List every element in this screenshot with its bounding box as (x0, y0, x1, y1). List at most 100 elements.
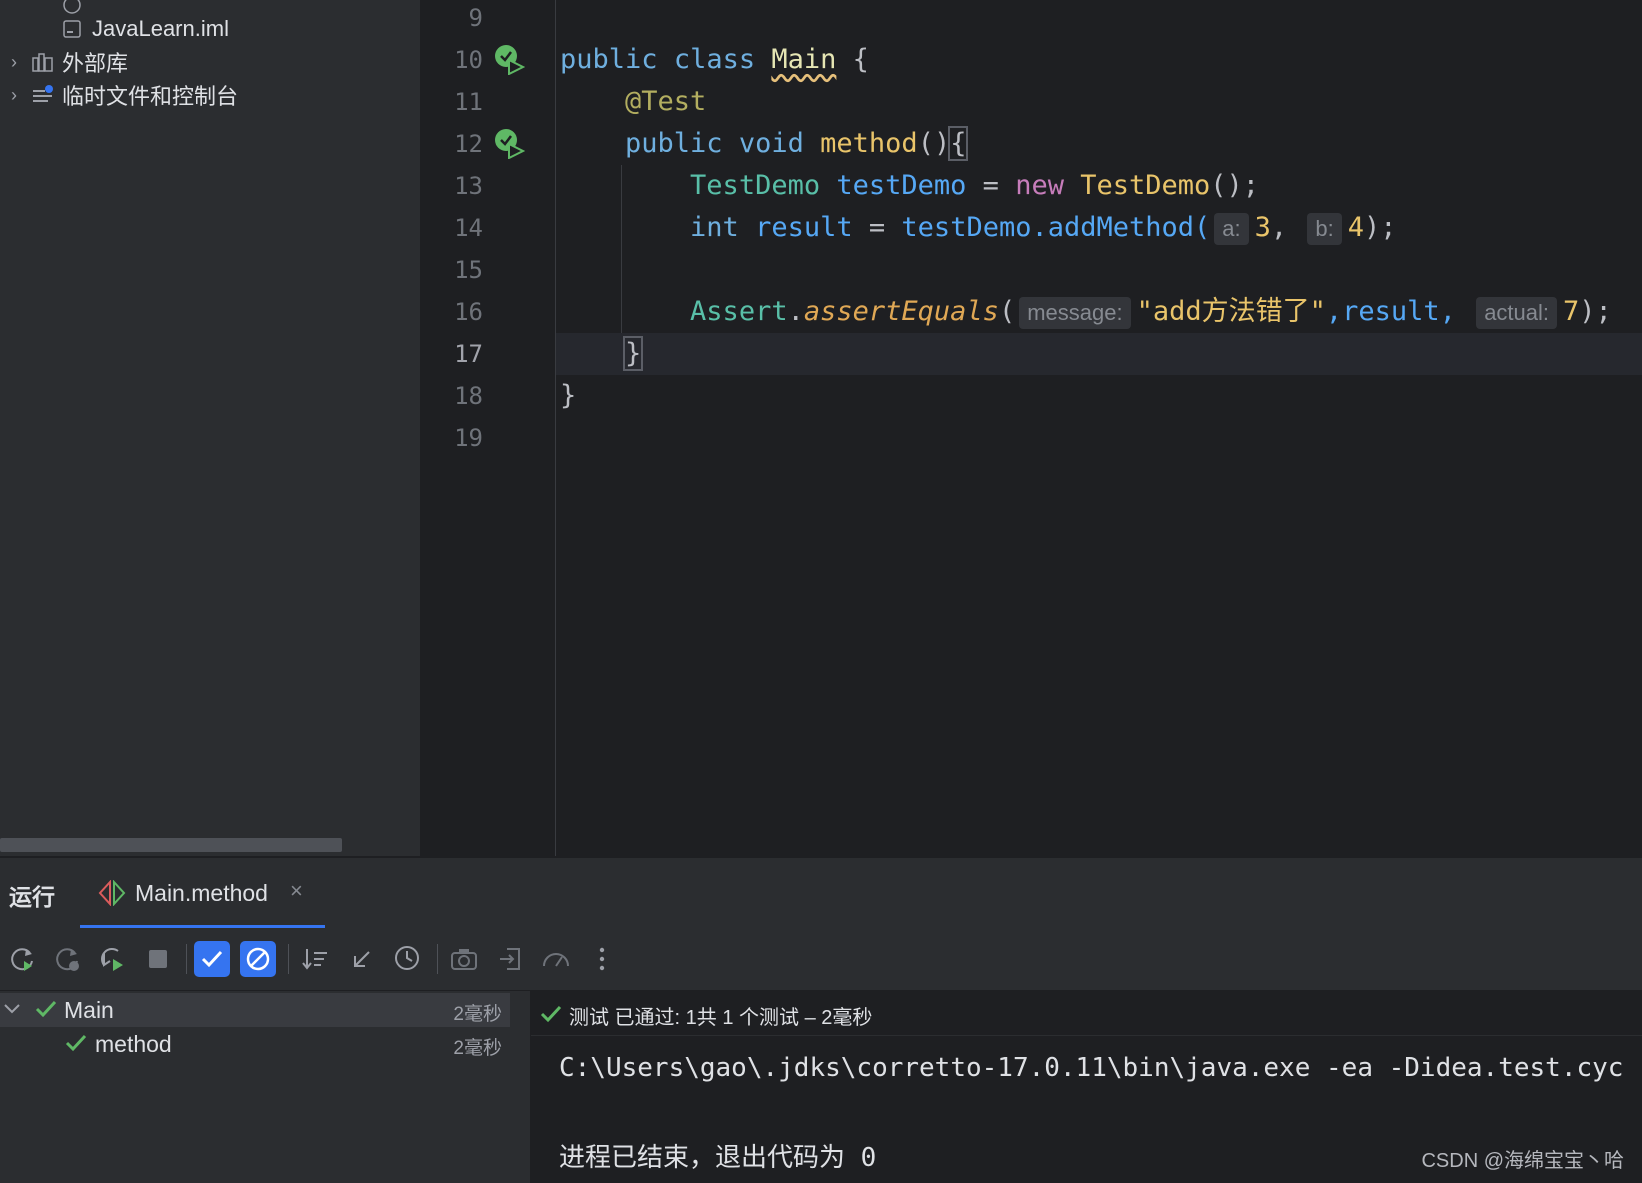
code-line-13[interactable]: TestDemo testDemo = new TestDemo(); (560, 165, 1259, 207)
class-name: Main (771, 44, 837, 75)
test-node-label: method (95, 1031, 172, 1057)
number-literal: 3 (1254, 212, 1271, 243)
run-console[interactable]: 测试 已通过: 1共 1 个测试 – 2毫秒 C:\Users\gao\.jdk… (531, 991, 1642, 1183)
run-test-passed-icon[interactable] (493, 127, 526, 160)
run-test-passed-icon[interactable] (493, 43, 526, 76)
keyword: public (625, 128, 723, 159)
parameter-hint: actual: (1476, 296, 1558, 329)
code-editor[interactable]: 9 10 11 12 13 14 15 16 17 18 19 public c… (421, 0, 1642, 856)
method-name: method (820, 128, 918, 159)
punctuation: () (917, 128, 951, 159)
code-line-18[interactable]: } (560, 375, 576, 417)
tree-item-label: 外部库 (62, 51, 129, 76)
test-node-main[interactable]: Main 2毫秒 (0, 993, 510, 1027)
chevron-down-icon[interactable] (2, 997, 22, 1027)
class-name: Assert (690, 296, 788, 327)
punctuation: ); (1364, 212, 1397, 243)
static-method-call: assertEquals (803, 296, 999, 327)
keyword: public (560, 44, 658, 75)
punctuation: (); (1210, 170, 1260, 201)
punctuation: , (1270, 212, 1304, 243)
parameter-hint: a: (1214, 212, 1249, 245)
toolbar-separator (288, 944, 289, 974)
line-number: 16 (454, 298, 483, 326)
clock-icon[interactable] (390, 941, 426, 977)
console-line: C:\Users\gao\.jdks\corretto-17.0.11\bin\… (559, 1053, 1624, 1083)
tree-item-label: JavaLearn.iml (92, 16, 229, 41)
keyword: class (673, 44, 756, 75)
chevron-right-icon[interactable]: › (0, 52, 28, 73)
tree-item-javalearn-iml[interactable]: JavaLearn.iml (62, 12, 229, 46)
matched-brace: } (622, 336, 644, 371)
show-passed-icon[interactable] (194, 941, 230, 977)
tree-item-external-libraries[interactable]: › 外部库 (0, 45, 128, 79)
close-tab-icon[interactable]: × (290, 878, 303, 904)
code-line-14[interactable]: int result = testDemo.addMethod(a: 3, b: 4… (560, 207, 1397, 249)
test-status-bar: 测试 已通过: 1共 1 个测试 – 2毫秒 (531, 991, 1642, 1036)
run-toolbar (0, 928, 1642, 991)
test-node-label: Main (64, 997, 114, 1023)
argument: ,result, (1325, 296, 1473, 327)
code-line-12[interactable]: public void method(){ (560, 123, 969, 165)
code-line-16[interactable]: Assert.assertEquals(message: "add方法错了",re… (560, 291, 1612, 333)
line-number-current: 17 (454, 340, 483, 368)
operator: = (966, 170, 1016, 201)
punctuation: { (836, 44, 869, 75)
passed-check-icon (64, 1031, 88, 1061)
annotation: @Test (625, 86, 707, 117)
line-number: 15 (454, 256, 483, 284)
stop-icon[interactable] (140, 941, 176, 977)
code-line-10[interactable]: public class Main { (560, 39, 869, 81)
operator: = (852, 212, 902, 243)
number-literal: 7 (1563, 296, 1580, 327)
code-line-17[interactable]: } (560, 333, 644, 375)
tree-item-scratches[interactable]: › 临时文件和控制台 (0, 78, 238, 112)
scratches-icon (32, 85, 53, 105)
project-tree-panel: JavaLearn.iml › 外部库 › 临时文件和控制台 (0, 0, 420, 856)
line-number: 12 (454, 130, 483, 158)
test-duration: 2毫秒 (453, 1004, 502, 1025)
type-name: TestDemo (690, 170, 821, 201)
horizontal-scrollbar[interactable] (0, 838, 342, 852)
line-number: 14 (454, 214, 483, 242)
rerun-failed-icon[interactable] (49, 941, 85, 977)
watermark-text: CSDN @海绵宝宝丶哈 (1421, 1150, 1624, 1172)
show-ignored-icon[interactable] (240, 941, 276, 977)
import-icon[interactable] (492, 941, 528, 977)
tab-main-method[interactable]: Main.method × (80, 858, 325, 928)
string-literal: "add方法错了" (1136, 296, 1326, 327)
line-number: 10 (454, 46, 483, 74)
coverage-icon[interactable] (538, 941, 574, 977)
keyword: new (1015, 170, 1064, 201)
toolbar-separator (437, 944, 438, 974)
auto-test-icon[interactable] (94, 941, 130, 977)
test-node-method[interactable]: method 2毫秒 (0, 1027, 530, 1061)
parameter-hint: message: (1019, 296, 1131, 329)
editor-gutter: 9 10 11 12 13 14 15 16 17 18 19 (421, 0, 556, 856)
line-number: 11 (454, 88, 483, 116)
tree-item-label: 临时文件和控制台 (62, 84, 239, 109)
line-number: 9 (468, 4, 483, 32)
line-number: 18 (454, 382, 483, 410)
keyword: void (738, 128, 804, 159)
collapse-icon[interactable] (344, 941, 380, 977)
tab-label: Main.method (135, 880, 268, 906)
test-status-text: 测试 已通过: 1共 1 个测试 – 2毫秒 (569, 1007, 873, 1029)
passed-check-icon (34, 997, 58, 1027)
code-line-11[interactable]: @Test (560, 81, 706, 123)
keyword: int (690, 212, 739, 243)
more-icon[interactable] (584, 941, 620, 977)
matched-brace: { (948, 126, 969, 161)
test-duration: 2毫秒 (453, 1038, 502, 1059)
punctuation: ( (998, 296, 1016, 327)
line-number: 19 (454, 424, 483, 452)
method-call: testDemo.addMethod( (901, 212, 1211, 243)
library-icon (32, 52, 53, 72)
variable-name: testDemo (836, 170, 967, 201)
camera-icon[interactable] (446, 941, 482, 977)
rerun-icon[interactable] (4, 941, 40, 977)
sort-icon[interactable] (298, 941, 334, 977)
passed-check-icon (539, 1002, 563, 1031)
chevron-right-icon[interactable]: › (0, 85, 28, 106)
run-window-title: 运行 (9, 884, 55, 910)
